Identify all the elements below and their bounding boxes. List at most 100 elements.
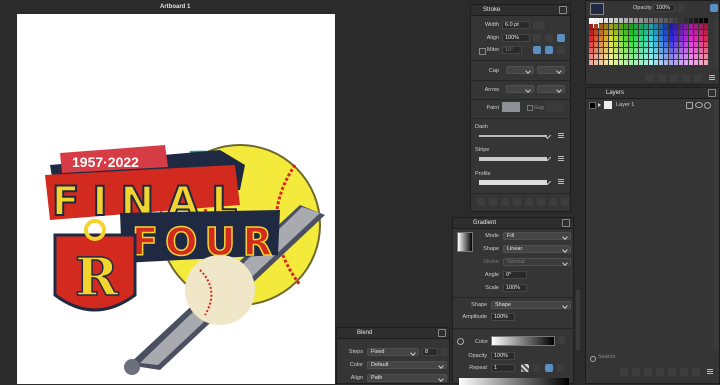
align-center-icon[interactable] (533, 34, 541, 42)
miter-input[interactable]: 10° (502, 46, 522, 54)
color-swatch[interactable] (629, 60, 633, 65)
color-swatch[interactable] (694, 60, 698, 65)
reflect-icon[interactable] (533, 364, 541, 372)
outline-stroke-icon[interactable] (477, 198, 485, 206)
layer-name[interactable]: Layer 1 (616, 102, 634, 108)
amplitude-input[interactable]: 100% (491, 313, 515, 321)
color-swatch[interactable] (654, 18, 658, 23)
color-swatch[interactable] (654, 42, 658, 47)
color-swatch[interactable] (669, 54, 673, 59)
color-swatch[interactable] (694, 30, 698, 35)
locate-object-icon[interactable] (656, 368, 664, 376)
color-swatch[interactable] (659, 18, 663, 23)
color-swatch[interactable] (634, 18, 638, 23)
cap-end-dropdown[interactable] (537, 66, 565, 74)
color-swatch[interactable] (589, 48, 593, 53)
add-swatch-icon[interactable] (646, 74, 654, 82)
color-swatch[interactable] (619, 48, 623, 53)
close-icon[interactable] (708, 89, 716, 97)
color-swatch[interactable] (654, 48, 658, 53)
color-swatch[interactable] (704, 36, 708, 41)
color-swatch[interactable] (694, 24, 698, 29)
color-swatch[interactable] (609, 48, 613, 53)
library-icon[interactable] (682, 74, 690, 82)
color-swatch[interactable] (659, 60, 663, 65)
color-swatch[interactable] (619, 30, 623, 35)
color-swatch[interactable] (704, 42, 708, 47)
color-swatch[interactable] (679, 54, 683, 59)
color-swatch[interactable] (639, 54, 643, 59)
color-swatch[interactable] (694, 54, 698, 59)
color-swatch[interactable] (634, 60, 638, 65)
color-swatch[interactable] (674, 30, 678, 35)
color-swatch[interactable] (689, 30, 693, 35)
color-swatch[interactable] (664, 18, 668, 23)
color-swatch[interactable] (669, 48, 673, 53)
color-swatch[interactable] (679, 18, 683, 23)
color-swatch[interactable] (614, 30, 618, 35)
color-swatch[interactable] (609, 54, 613, 59)
scale-input[interactable]: 100% (503, 284, 527, 292)
align-outside-icon[interactable] (557, 34, 565, 42)
chevron-down-icon[interactable] (543, 131, 552, 140)
color-swatch[interactable] (619, 36, 623, 41)
color-swatch[interactable] (614, 54, 618, 59)
color-swatch[interactable] (659, 42, 663, 47)
color-swatch[interactable] (624, 36, 628, 41)
color-swatch[interactable] (634, 36, 638, 41)
color-swatch[interactable] (699, 18, 703, 23)
color-swatch[interactable] (599, 42, 603, 47)
checker-icon[interactable] (521, 364, 529, 372)
color-swatch[interactable] (639, 18, 643, 23)
color-swatch[interactable] (624, 54, 628, 59)
arrow-start-dropdown[interactable] (506, 85, 534, 93)
close-icon[interactable] (438, 329, 446, 337)
color-swatch[interactable] (634, 30, 638, 35)
color-swatch[interactable] (679, 60, 683, 65)
color-swatch[interactable] (684, 54, 688, 59)
stroke-dropdown[interactable]: Normal (503, 258, 571, 266)
color-swatch[interactable] (634, 42, 638, 47)
color-swatch[interactable] (704, 24, 708, 29)
color-swatch[interactable] (634, 48, 638, 53)
color-swatch[interactable] (624, 30, 628, 35)
color-swatch[interactable] (594, 60, 598, 65)
stroke-style-icon[interactable] (501, 198, 509, 206)
color-swatch[interactable] (664, 54, 668, 59)
color-swatch[interactable] (644, 24, 648, 29)
color-swatch[interactable] (639, 48, 643, 53)
color-swatch[interactable] (689, 24, 693, 29)
arrow-end-dropdown[interactable] (537, 85, 565, 93)
color-swatch[interactable] (664, 30, 668, 35)
panel-scrollbar[interactable] (714, 18, 718, 66)
menu-icon[interactable] (706, 368, 714, 376)
color-swatch[interactable] (619, 18, 623, 23)
target-circle-icon[interactable] (704, 102, 711, 109)
align-dropdown[interactable]: Path (367, 374, 447, 382)
color-dropdown[interactable]: Default (367, 361, 447, 369)
angle-input[interactable]: 0° (503, 271, 527, 279)
color-swatch[interactable] (659, 54, 663, 59)
color-swatch[interactable] (679, 30, 683, 35)
color-swatch[interactable] (619, 42, 623, 47)
color-swatch[interactable] (609, 36, 613, 41)
color-swatch[interactable] (699, 42, 703, 47)
color-swatch[interactable] (614, 24, 618, 29)
final-four-logo-artwork[interactable]: 1957·2022 FINAL FOUR R (40, 95, 340, 384)
join-bevel-icon[interactable] (557, 46, 565, 54)
color-swatch[interactable] (689, 18, 693, 23)
color-swatch[interactable] (629, 18, 633, 23)
search-input[interactable]: Search (596, 354, 716, 362)
add-icon[interactable] (537, 198, 545, 206)
color-swatch[interactable] (669, 18, 673, 23)
menu-icon[interactable] (708, 74, 716, 82)
mode-dropdown[interactable]: Fill (503, 232, 571, 240)
panel-scrollbar[interactable] (714, 100, 719, 350)
profile-preview[interactable] (479, 180, 547, 185)
color-swatch[interactable] (604, 54, 608, 59)
opacity-input[interactable]: 100% (653, 4, 675, 12)
color-swatch[interactable] (599, 24, 603, 29)
menu-icon[interactable] (557, 178, 565, 186)
stop-icon[interactable] (557, 364, 565, 372)
color-swatch[interactable] (639, 42, 643, 47)
